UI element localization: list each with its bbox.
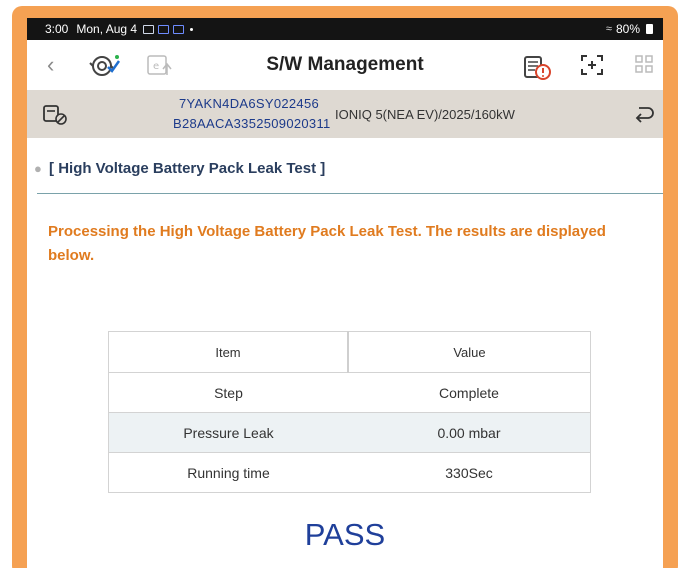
more-notifications-icon: [190, 27, 194, 31]
section-title: [ High Voltage Battery Pack Leak Test ]: [49, 160, 326, 177]
status-message: Processing the High Voltage Battery Pack…: [48, 223, 606, 264]
gallery-notification-icon: [143, 24, 155, 34]
table-row: Pressure Leak 0.00 mbar: [107, 412, 591, 453]
table-header-row: Item Value: [107, 331, 591, 373]
section-divider: [37, 193, 663, 194]
header-value: Value: [347, 331, 591, 373]
status-bar: 3:00 Mon, Aug 4 ≈ 80%: [27, 18, 663, 40]
title-bar: ‹ e S/W Management: [27, 40, 663, 90]
vehicle-connection-icon[interactable]: [41, 104, 69, 131]
module-warning-icon[interactable]: [521, 53, 553, 86]
cell-value: Complete: [347, 372, 591, 413]
results-table: Item Value Step Complete Pressure Leak 0…: [107, 331, 591, 493]
status-date: Mon, Aug 4: [76, 22, 138, 36]
bullet-icon: ●: [34, 161, 42, 176]
grid-menu-icon[interactable]: [633, 53, 655, 80]
cell-value: 330Sec: [347, 452, 591, 493]
vehicle-model: IONIQ 5(NEA EV)/2025/160kW: [335, 107, 515, 122]
status-right: ≈ 80%: [606, 22, 653, 36]
vin-line-2: B28AACA3352509020311: [173, 116, 331, 131]
page-title: S/W Management: [266, 54, 424, 75]
header-item: Item: [107, 331, 349, 373]
app-notification-icon-2: [173, 24, 185, 34]
table-row: Step Complete: [107, 372, 591, 413]
vehicle-info-bar: 7YAKN4DA6SY022456 B28AACA3352509020311 I…: [27, 90, 663, 138]
status-time: 3:00: [45, 22, 69, 36]
cell-value: 0.00 mbar: [347, 412, 591, 453]
capture-screen-icon[interactable]: [579, 53, 605, 82]
app-screen: 3:00 Mon, Aug 4 ≈ 80% ‹ e S/W Management…: [27, 18, 663, 568]
app-notification-icon: [158, 24, 170, 34]
table-row: Running time 330Sec: [107, 452, 591, 493]
section-heading: ● [ High Voltage Battery Pack Leak Test …: [34, 160, 325, 177]
cell-item: Pressure Leak: [107, 412, 348, 453]
battery-percent: 80%: [615, 22, 640, 36]
test-result: PASS: [304, 517, 386, 552]
battery-icon: [646, 24, 653, 34]
wifi-icon: ≈: [605, 23, 612, 35]
cell-item: Running time: [107, 452, 348, 493]
return-icon[interactable]: [633, 104, 655, 129]
cell-item: Step: [107, 372, 348, 413]
vin-line-1: 7YAKN4DA6SY022456: [179, 96, 320, 111]
